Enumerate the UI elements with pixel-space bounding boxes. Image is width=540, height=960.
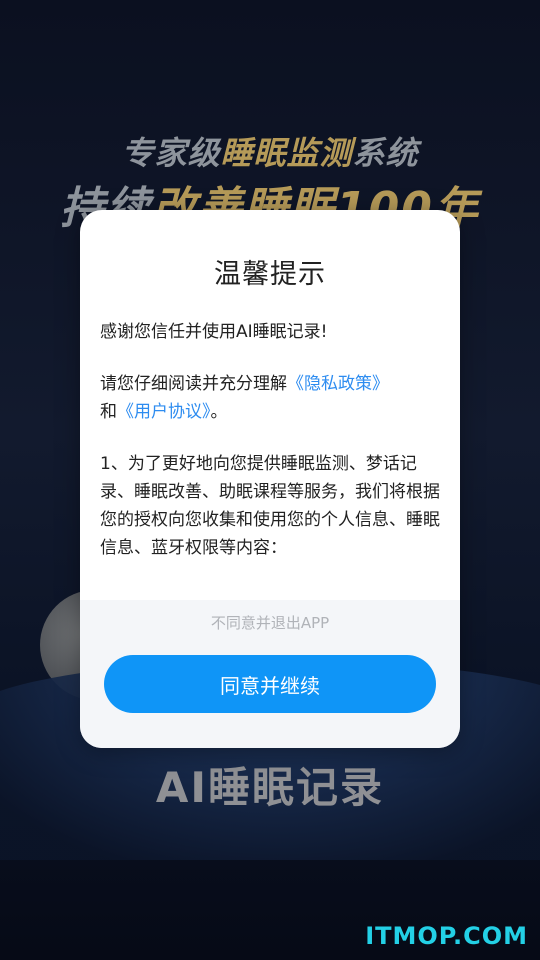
read-notice: 请您仔细阅读并充分理解《隐私政策》和《用户协议》。: [100, 370, 440, 426]
thanks-text: 感谢您信任并使用AI睡眠记录!: [100, 322, 328, 342]
privacy-policy-link[interactable]: 《隐私政策》: [287, 374, 389, 394]
dialog-body[interactable]: 感谢您信任并使用AI睡眠记录! 请您仔细阅读并充分理解《隐私政策》和《用户协议》…: [100, 318, 440, 600]
item-1-text: 1、为了更好地向您提供睡眠监测、梦话记录、睡眠改善、助眠课程等服务，我们将根据您…: [100, 454, 440, 558]
slogan-1-part-3: 系统: [352, 134, 419, 172]
read-suffix: 。: [210, 402, 228, 422]
slogan-line-1: 专家级睡眠监测系统: [0, 128, 540, 174]
slogan-1-part-1: 专家级: [121, 134, 221, 172]
privacy-dialog: 温馨提示 感谢您信任并使用AI睡眠记录! 请您仔细阅读并充分理解《隐私政策》和《…: [80, 210, 460, 748]
and-text: 和: [100, 402, 117, 422]
watermark: ITMOP.COM: [365, 922, 528, 950]
user-agreement-link[interactable]: 《用户协议》: [117, 402, 211, 422]
slogan-1-highlight: 睡眠监测: [220, 134, 353, 172]
decline-exit-button[interactable]: 不同意并退出APP: [80, 612, 460, 633]
app-name: AI睡眠记录: [155, 763, 385, 812]
read-prefix: 请您仔细阅读并充分理解: [100, 374, 287, 394]
agree-continue-button[interactable]: 同意并继续: [104, 655, 436, 713]
dialog-footer: 不同意并退出APP 同意并继续: [80, 600, 460, 748]
dialog-title: 温馨提示: [214, 259, 326, 290]
